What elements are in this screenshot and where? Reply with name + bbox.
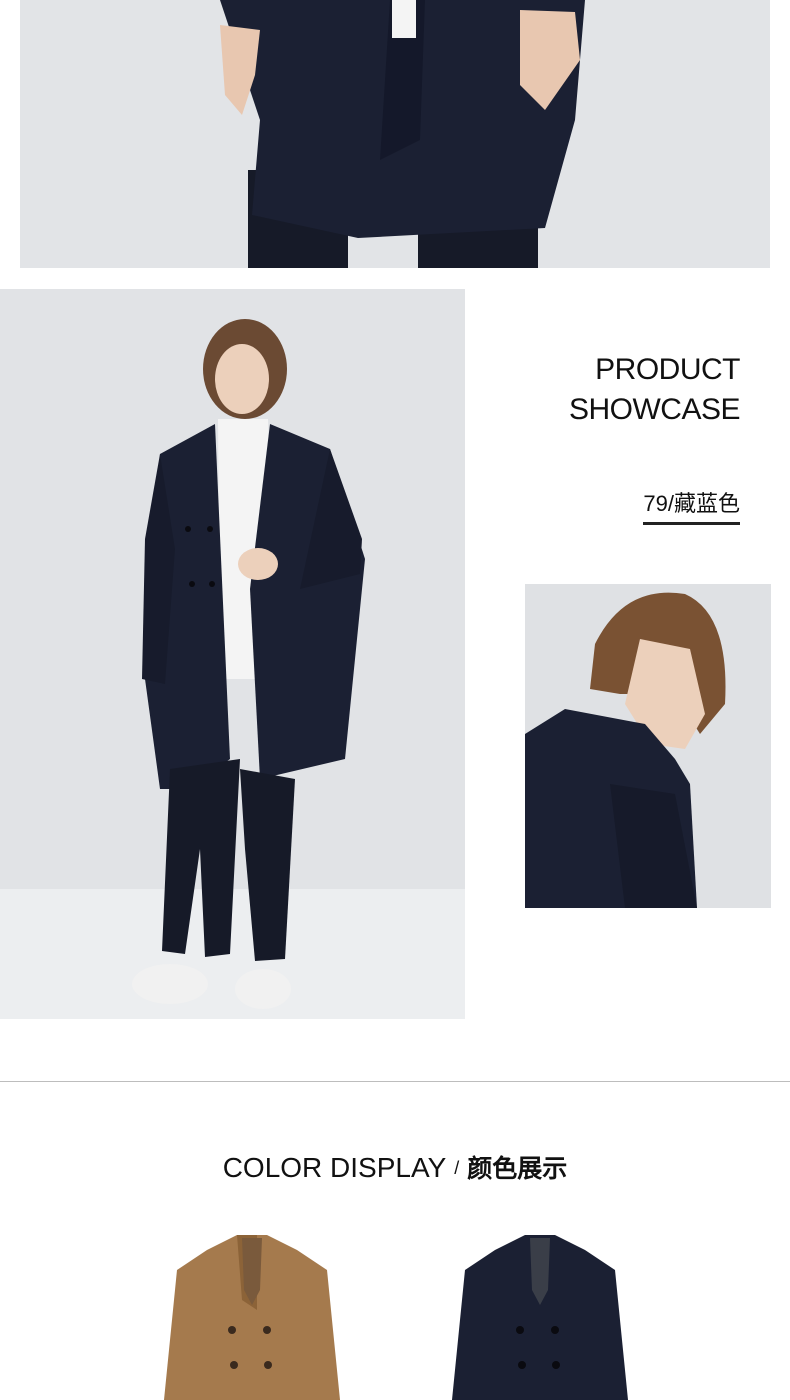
heading-separator: /: [454, 1158, 460, 1178]
color-swatch-navy[interactable]: [450, 1230, 630, 1400]
top-product-photo: [20, 0, 770, 268]
color-code-label: 79/藏蓝色: [643, 486, 740, 525]
color-display-title-en: COLOR DISPLAY: [222, 1152, 447, 1183]
color-swatch-camel[interactable]: [162, 1230, 342, 1400]
model-full-body-photo: [0, 289, 465, 1019]
showcase-title: PRODUCT SHOWCASE: [568, 353, 741, 426]
color-display-title-cn: 颜色展示: [467, 1155, 568, 1183]
color-display-heading: COLOR DISPLAY / 颜色展示: [0, 1150, 790, 1189]
model-closeup-photo: [525, 584, 771, 908]
section-divider: [0, 1081, 790, 1082]
